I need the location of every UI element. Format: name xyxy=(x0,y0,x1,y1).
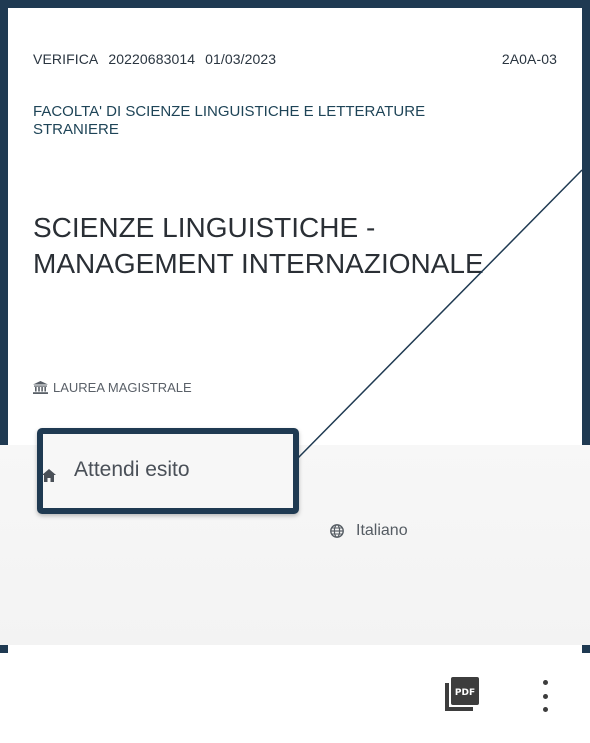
pdf-file-icon: PDF xyxy=(445,677,479,715)
language-label: Italiano xyxy=(356,522,408,539)
globe-icon xyxy=(330,524,344,538)
exam-status[interactable]: Attendi esito xyxy=(42,458,190,482)
status-label: Attendi esito xyxy=(74,458,190,481)
card-meta-row: VERIFICA 20220683014 01/03/2023 2A0A-03 xyxy=(33,51,557,67)
svg-text:PDF: PDF xyxy=(455,688,475,698)
degree-type: LAUREA MAGISTRALE xyxy=(33,380,192,395)
language-info: Italiano xyxy=(330,522,408,540)
exam-code: 2A0A-03 xyxy=(501,51,557,67)
home-icon xyxy=(42,464,56,482)
faculty-name: FACOLTA' DI SCIENZE LINGUISTICHE E LETTE… xyxy=(33,103,426,138)
card-actions xyxy=(0,653,590,743)
course-title: SCIENZE LINGUISTICHE - MANAGEMENT INTERN… xyxy=(33,212,484,279)
more-vertical-icon-dot xyxy=(542,680,548,685)
exam-number: 20220683014 xyxy=(108,51,196,67)
more-vertical-icon-dot xyxy=(542,693,548,699)
more-options-button[interactable] xyxy=(537,680,553,712)
download-pdf-button[interactable]: PDF xyxy=(445,677,479,711)
institution-icon xyxy=(33,381,48,394)
exam-date: 01/03/2023 xyxy=(205,51,277,67)
degree-label: LAUREA MAGISTRALE xyxy=(53,380,192,395)
more-vertical-icon-dot xyxy=(542,707,548,712)
exam-type: VERIFICA xyxy=(33,51,99,67)
